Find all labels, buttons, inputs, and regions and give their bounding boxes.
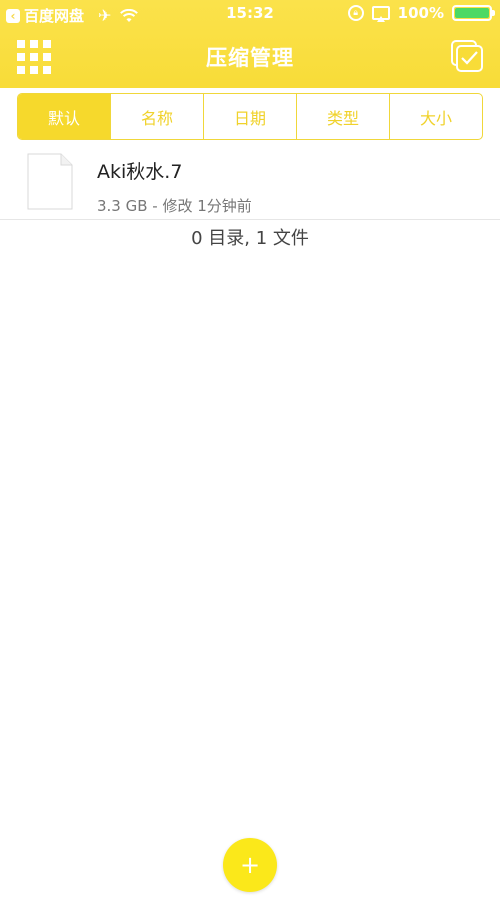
orientation-lock-icon: 🔒︎ xyxy=(347,5,364,21)
segment-name[interactable]: 名称 xyxy=(110,94,203,139)
status-right: 🔒︎ 100% xyxy=(347,4,495,22)
segment-date[interactable]: 日期 xyxy=(203,94,296,139)
battery-percent: 100% xyxy=(397,4,444,22)
navigation-bar: 压缩管理 xyxy=(0,28,500,88)
battery-icon xyxy=(452,5,495,21)
header: ‹ 百度网盘 ✈ 15:32 🔒︎ 100% 压缩管理 xyxy=(0,0,500,88)
sort-segmented-control: 默认 名称 日期 类型 大小 xyxy=(17,93,483,140)
plus-icon: + xyxy=(239,851,261,879)
airplay-icon xyxy=(371,6,390,22)
file-meta: 3.3 GB - 修改 1分钟前 xyxy=(97,197,252,215)
file-icon xyxy=(27,153,73,210)
directory-summary: 0 目录, 1 文件 xyxy=(191,228,309,249)
compression-manager-screen: ‹ 百度网盘 ✈ 15:32 🔒︎ 100% 压缩管理 默认 名称 日期 类型 … xyxy=(0,0,500,900)
status-bar: ‹ 百度网盘 ✈ 15:32 🔒︎ 100% xyxy=(0,0,500,28)
segment-size[interactable]: 大小 xyxy=(389,94,482,139)
segment-default[interactable]: 默认 xyxy=(18,94,110,139)
add-button[interactable]: + xyxy=(223,838,277,892)
file-name: Aki秋水.7 xyxy=(97,161,183,183)
file-list-item[interactable]: Aki秋水.7 3.3 GB - 修改 1分钟前 xyxy=(0,145,500,220)
segment-type[interactable]: 类型 xyxy=(296,94,389,139)
page-title: 压缩管理 xyxy=(206,46,294,70)
checkbox-select-icon[interactable] xyxy=(450,39,484,73)
